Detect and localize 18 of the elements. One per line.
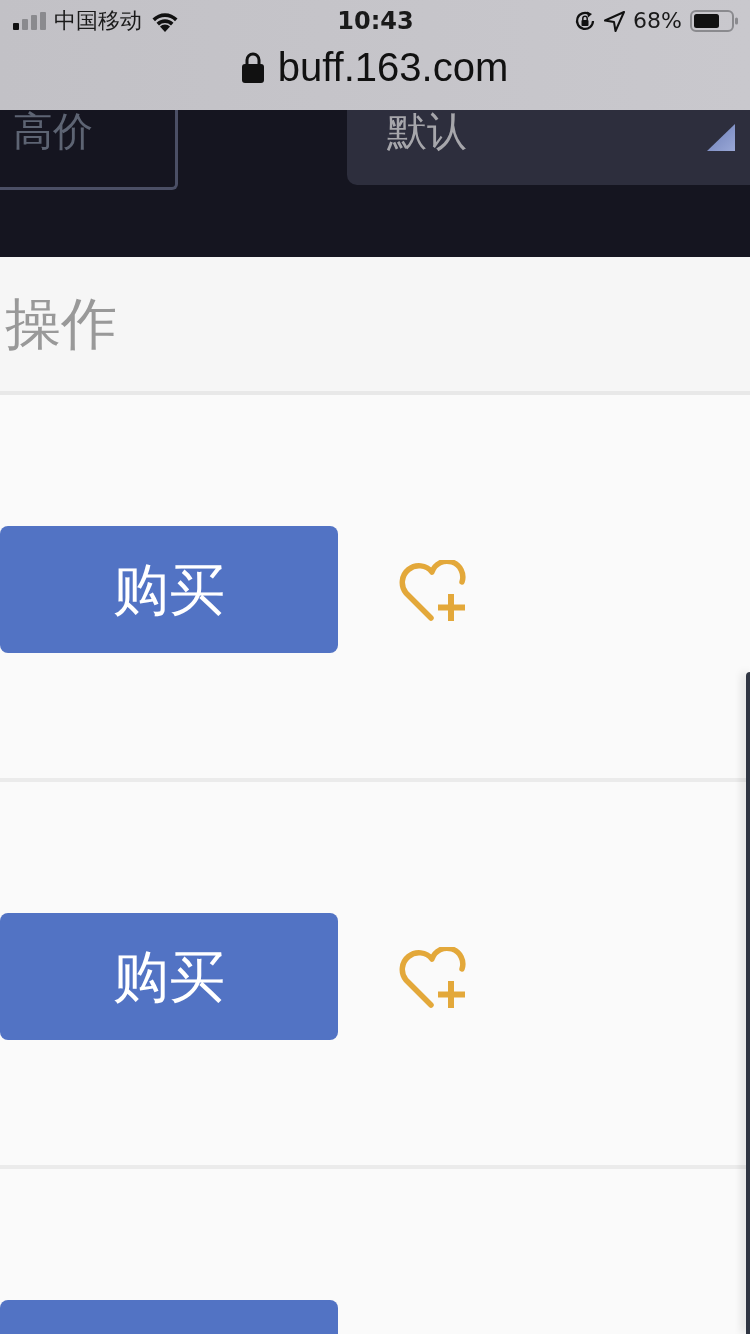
signal-icon [13, 12, 46, 30]
battery-icon [690, 10, 738, 32]
location-arrow-icon [604, 10, 626, 32]
lock-icon [241, 51, 264, 83]
wifi-icon [150, 10, 180, 32]
dropdown-corner-icon [707, 124, 735, 151]
status-time: 10:43 [337, 9, 414, 33]
column-header: 操作 [5, 296, 117, 352]
orientation-lock-icon [574, 10, 597, 32]
buy-button[interactable]: 购买 [0, 526, 338, 653]
buy-button[interactable]: 购买 [0, 913, 338, 1040]
sort-button[interactable]: 高价 [0, 110, 178, 190]
heart-plus-icon[interactable] [398, 560, 468, 624]
carrier-name: 中国移动 [54, 10, 142, 32]
battery-percentage: 68% [633, 10, 682, 32]
address-url[interactable]: buff.163.com [277, 47, 509, 87]
sort-select[interactable]: 默认 [347, 110, 750, 185]
heart-plus-icon[interactable] [398, 947, 468, 1011]
